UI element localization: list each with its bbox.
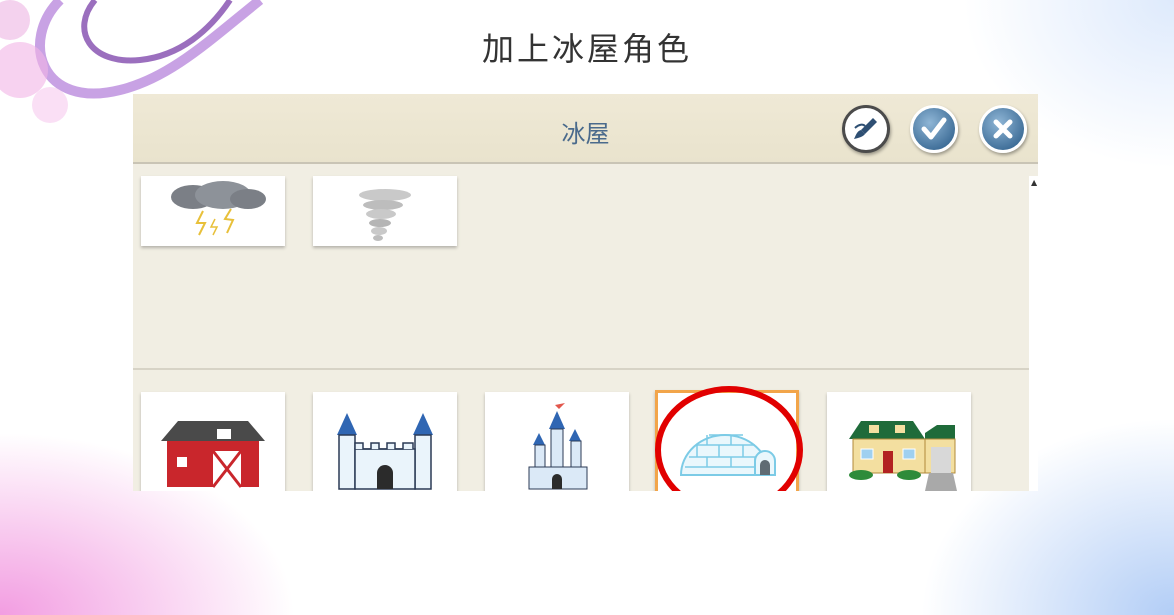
- paint-button[interactable]: [842, 105, 890, 153]
- fairytale-castle-icon: [528, 403, 588, 490]
- checkmark-icon: [921, 117, 947, 140]
- sprite-tile-house[interactable]: [827, 392, 971, 491]
- sprite-tile-storm-cloud[interactable]: [141, 176, 285, 246]
- house-icon: [849, 421, 957, 491]
- row-divider: [133, 368, 1029, 370]
- sprite-tile-igloo[interactable]: [655, 390, 799, 491]
- igloo-icon: [679, 434, 776, 476]
- scroll-up-arrow-icon[interactable]: ▲: [1031, 178, 1037, 187]
- sprite-tile-fairytale-castle[interactable]: [485, 392, 629, 491]
- paintbrush-icon: [854, 118, 877, 139]
- panel-header: 冰屋: [133, 94, 1038, 164]
- close-icon: [993, 119, 1013, 139]
- tornado-icon: [359, 189, 411, 241]
- sprite-library-panel: 冰屋 ▲: [133, 94, 1038, 491]
- panel-title: 冰屋: [561, 120, 610, 148]
- sprite-tile-tornado[interactable]: [313, 176, 457, 246]
- barn-icon: [161, 421, 265, 488]
- storm-cloud-icon: [171, 181, 266, 236]
- castle-icon: [337, 413, 433, 490]
- close-button[interactable]: [979, 105, 1027, 153]
- sprite-tile-barn[interactable]: [141, 392, 285, 491]
- sprite-tile-castle[interactable]: [313, 392, 457, 491]
- confirm-button[interactable]: [910, 105, 958, 153]
- sprite-grid: [133, 166, 1029, 491]
- scrollbar[interactable]: [1029, 176, 1038, 491]
- slide-title: 加上冰屋角色: [481, 30, 692, 68]
